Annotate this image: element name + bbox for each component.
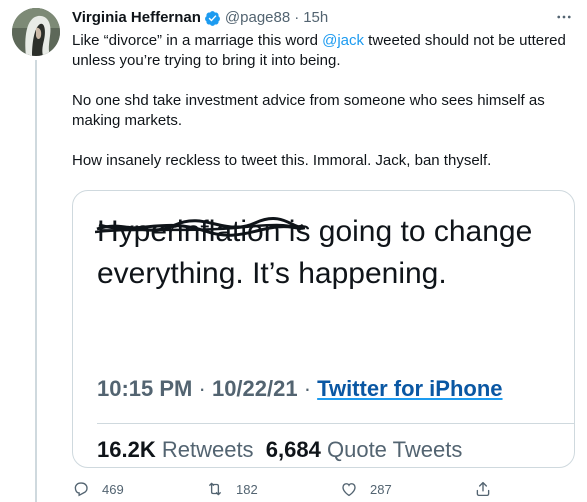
author-name[interactable]: Virginia Heffernan [72,8,201,28]
tweet-time[interactable]: 15h [303,8,328,28]
avatar-image [12,8,60,56]
share-icon [476,481,490,497]
author-handle[interactable]: @page88 [225,8,290,28]
like-button[interactable]: 287 [340,478,392,500]
retweet-icon [208,482,222,496]
tweet-paragraph-1: Like “divorce” in a marriage this word @… [72,31,572,71]
avatar[interactable] [12,8,60,56]
embedded-time: 10:15 PM [97,376,193,401]
embedded-quotes-count: 6,684 [265,437,321,462]
embedded-meta-sep-1: · [192,376,212,401]
more-icon[interactable] [553,6,575,28]
embedded-stats: 16.2K Retweets 6,684 Quote Tweets [97,437,462,463]
embedded-meta: 10:15 PM · 10/22/21 · Twitter for iPhone [97,375,503,403]
meta-separator: · [294,9,300,26]
mention-link[interactable]: @jack [322,32,364,49]
action-bar: 469 182 287 [72,478,512,500]
embedded-image[interactable]: Hyperinflation is going to change everyt… [72,190,575,468]
reply-count: 469 [102,481,124,497]
embedded-date: 10/22/21 [211,376,298,401]
tweet-body: Like “divorce” in a marriage this word @… [72,31,572,191]
retweet-button[interactable]: 182 [206,478,258,500]
tweet-paragraph-2: No one shd take investment advice from s… [72,92,545,129]
scribble-strikethrough [95,217,306,237]
reply-icon [74,482,88,497]
embedded-meta-sep-2: · [297,376,318,401]
thread-line [35,60,37,502]
tweet-paragraph-3: How insanely reckless to tweet this. Imm… [72,152,492,169]
reply-button[interactable]: 469 [72,478,124,500]
like-count: 287 [370,481,392,497]
tweet-header: Virginia Heffernan @page88 · 15h [72,8,575,28]
embedded-source: Twitter for iPhone [317,376,503,401]
heart-icon [342,483,356,497]
embedded-divider [97,423,574,424]
verified-badge-icon [204,10,221,27]
embedded-retweets-count: 16.2K [97,437,156,462]
embedded-retweets-label: Retweets [161,437,254,462]
retweet-count: 182 [236,481,258,497]
embedded-quotes-label: Quote Tweets [326,437,463,462]
body-text-1a: Like “divorce” in a marriage this word [72,32,323,49]
share-button[interactable] [474,478,492,500]
